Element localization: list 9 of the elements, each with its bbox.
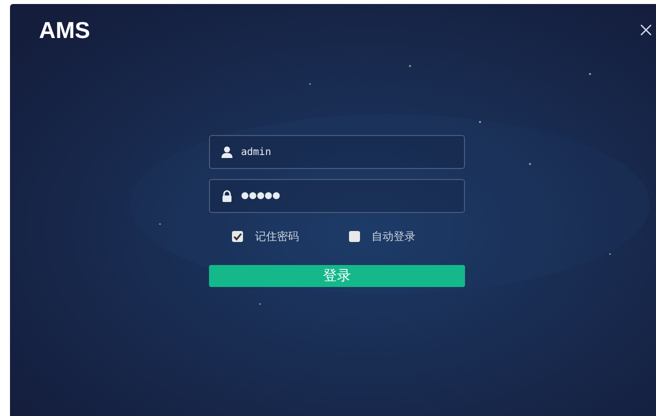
close-icon[interactable] bbox=[640, 24, 652, 36]
checkbox-label: 记住密码 bbox=[255, 228, 299, 244]
user-icon bbox=[221, 146, 233, 158]
checkbox-label: 自动登录 bbox=[372, 228, 416, 244]
password-field[interactable]: ●●●●● bbox=[209, 179, 465, 213]
username-field[interactable]: admin bbox=[209, 135, 465, 169]
window-title: AMS bbox=[39, 16, 90, 44]
lock-icon bbox=[221, 190, 233, 202]
checkbox[interactable] bbox=[232, 230, 243, 242]
